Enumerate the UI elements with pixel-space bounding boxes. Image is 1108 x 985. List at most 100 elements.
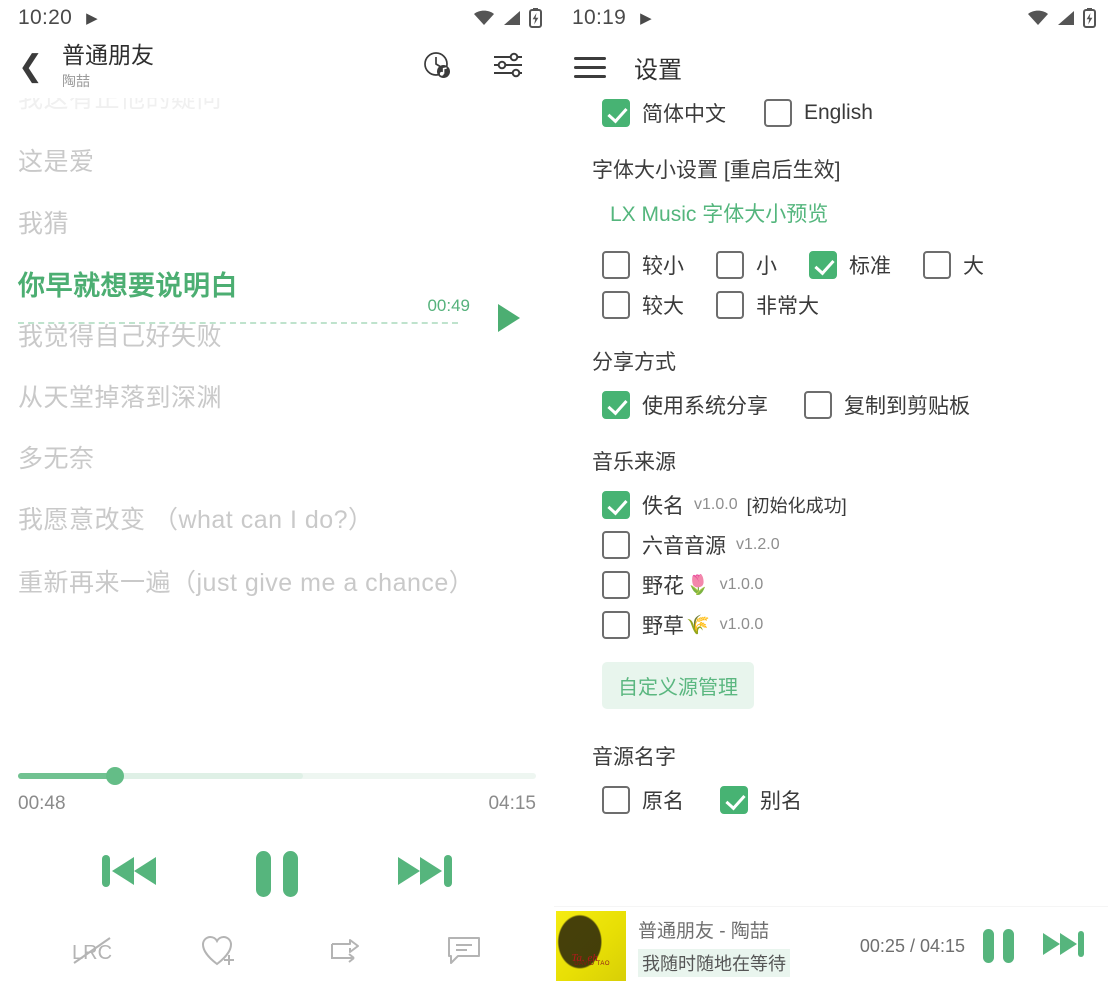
- font-size-row-2: 较大 非常大: [582, 290, 1080, 320]
- checkbox-source-0[interactable]: [602, 491, 630, 519]
- mini-player-title: 普通朋友 - 陶喆: [638, 920, 769, 942]
- sheaf-of-rice-icon: 🌾: [686, 615, 710, 636]
- play-triangle-icon[interactable]: [498, 303, 520, 332]
- checkbox-clipboard[interactable]: [804, 391, 832, 419]
- checkbox-alias-name[interactable]: [720, 786, 748, 814]
- checkbox-item-larger[interactable]: 较大: [602, 290, 684, 320]
- current-time: 00:48: [18, 793, 66, 814]
- back-arrow-icon[interactable]: ❮: [18, 52, 52, 82]
- checkbox-label: 原名: [642, 790, 684, 813]
- checkbox-label: English: [804, 101, 873, 124]
- heart-plus-icon[interactable]: [201, 934, 239, 973]
- pause-icon[interactable]: [256, 850, 298, 897]
- source-row[interactable]: 野花 🌷 v1.0.0: [582, 570, 1080, 600]
- checkbox-item-large[interactable]: 大: [923, 250, 984, 280]
- checkbox-item-smaller[interactable]: 较小: [602, 250, 684, 280]
- lrc-off-icon[interactable]: LRC: [70, 934, 116, 973]
- seek-filled: [18, 773, 116, 779]
- checkbox-label: 别名: [760, 790, 802, 813]
- lyrics-list[interactable]: 我这有正他的疑问 这是爱 我猜 你早就想要说明白 00:49 我觉得自己好失败 …: [0, 84, 554, 740]
- player-pane: 10:20 ▶ ❮ 普通朋友 陶喆 我这有正他的疑问 这是爱 我猜 你早就想要说…: [0, 0, 554, 985]
- checkbox-item-huge[interactable]: 非常大: [716, 290, 819, 320]
- skip-previous-icon[interactable]: [100, 847, 160, 900]
- comment-icon[interactable]: [446, 934, 484, 973]
- checkbox-item-standard[interactable]: 标准: [809, 250, 891, 280]
- source-label: 六音音源: [642, 535, 726, 558]
- lyric-line[interactable]: 这是爱: [18, 147, 536, 178]
- checkbox-item-alias-name[interactable]: 别名: [720, 785, 802, 815]
- lyric-line[interactable]: 从天堂掉落到深渊: [18, 383, 536, 414]
- checkbox-label: 简体中文: [642, 103, 726, 126]
- status-bar-left: 10:20 ▶: [0, 0, 554, 36]
- checkbox-label: 非常大: [756, 295, 819, 318]
- tulip-icon: 🌷: [686, 575, 710, 596]
- checkbox-larger[interactable]: [602, 291, 630, 319]
- settings-title: 设置: [634, 56, 682, 84]
- signal-icon: [504, 11, 520, 25]
- seek-bar[interactable]: [18, 767, 536, 785]
- source-version: v1.0.0: [719, 616, 764, 633]
- checkbox-item-small[interactable]: 小: [716, 250, 777, 280]
- custom-source-manage-button[interactable]: 自定义源管理: [602, 662, 754, 709]
- checkbox-item-clipboard[interactable]: 复制到剪贴板: [804, 390, 970, 420]
- source-row[interactable]: 佚名 v1.0.0 [初始化成功]: [582, 490, 1080, 520]
- wifi-icon: [474, 10, 494, 25]
- checkbox-item-en[interactable]: English: [764, 99, 873, 127]
- source-row[interactable]: 野草 🌾 v1.0.0: [582, 610, 1080, 640]
- status-play-icon: ▶: [640, 9, 652, 27]
- signal-icon: [1058, 11, 1074, 25]
- settings-pane: 10:19 ▶ 设置 简体中文 English 字体大小设置 [重启后生效] L…: [554, 0, 1108, 985]
- lyric-line[interactable]: 我愿意改变 （what can I do?）: [18, 505, 536, 536]
- status-play-icon: ▶: [86, 9, 98, 27]
- seek-thumb[interactable]: [106, 767, 125, 785]
- lyric-line[interactable]: 我觉得自己好失败: [18, 322, 536, 353]
- album-art[interactable]: Ta. eh DAVID TAO: [556, 911, 626, 981]
- lyric-line[interactable]: 重新再来一遍（just give me a chance）: [18, 567, 536, 600]
- transport-controls: [18, 847, 536, 900]
- checkbox-item-original-name[interactable]: 原名: [602, 785, 684, 815]
- status-time: 10:19: [572, 6, 627, 29]
- checkbox-item-system-share[interactable]: 使用系统分享: [602, 390, 768, 420]
- font-size-row-1: 较小 小 标准 大: [582, 250, 1080, 280]
- lyric-line[interactable]: 多无奈: [18, 444, 536, 475]
- section-title-source-name: 音源名字: [592, 746, 676, 769]
- source-label: 野草: [642, 615, 684, 638]
- source-version: v1.2.0: [736, 536, 780, 553]
- equalizer-icon[interactable]: [492, 51, 524, 84]
- hamburger-menu-icon[interactable]: [574, 56, 606, 78]
- skip-next-icon[interactable]: [1040, 926, 1086, 967]
- checkbox-large[interactable]: [923, 251, 951, 279]
- source-version: v1.0.0: [694, 496, 738, 513]
- page-title: 普通朋友: [62, 42, 154, 69]
- checkbox-label: 大: [963, 255, 984, 278]
- checkbox-huge[interactable]: [716, 291, 744, 319]
- checkbox-zh[interactable]: [602, 99, 630, 127]
- settings-header: 设置: [554, 36, 1108, 98]
- checkbox-item-zh[interactable]: 简体中文: [602, 98, 726, 128]
- checkbox-small[interactable]: [716, 251, 744, 279]
- settings-list[interactable]: 简体中文 English 字体大小设置 [重启后生效] LX Music 字体大…: [554, 98, 1108, 907]
- checkbox-source-1[interactable]: [602, 531, 630, 559]
- font-size-preview-text: LX Music 字体大小预览: [610, 203, 829, 226]
- repeat-icon[interactable]: [325, 935, 361, 972]
- pause-icon[interactable]: [983, 929, 1014, 963]
- checkbox-smaller[interactable]: [602, 251, 630, 279]
- checkbox-en[interactable]: [764, 99, 792, 127]
- player-header: ❮ 普通朋友 陶喆: [0, 36, 554, 98]
- checkbox-standard[interactable]: [809, 251, 837, 279]
- source-label: 佚名: [642, 495, 684, 518]
- checkbox-system-share[interactable]: [602, 391, 630, 419]
- checkbox-original-name[interactable]: [602, 786, 630, 814]
- source-label: 野花: [642, 575, 684, 598]
- album-art-image: [556, 911, 626, 981]
- mini-player-info[interactable]: 普通朋友 - 陶喆 我随时随地在等待: [638, 916, 854, 977]
- checkbox-source-3[interactable]: [602, 611, 630, 639]
- language-row: 简体中文 English: [582, 98, 1080, 128]
- lyric-line[interactable]: 我猜: [18, 209, 536, 240]
- checkbox-label: 标准: [849, 255, 891, 278]
- sleep-timer-icon[interactable]: [422, 50, 452, 85]
- source-row[interactable]: 六音音源 v1.2.0: [582, 530, 1080, 560]
- skip-next-icon[interactable]: [394, 847, 454, 900]
- mini-player[interactable]: Ta. eh DAVID TAO 普通朋友 - 陶喆 我随时随地在等待 00:2…: [554, 907, 1108, 985]
- checkbox-source-2[interactable]: [602, 571, 630, 599]
